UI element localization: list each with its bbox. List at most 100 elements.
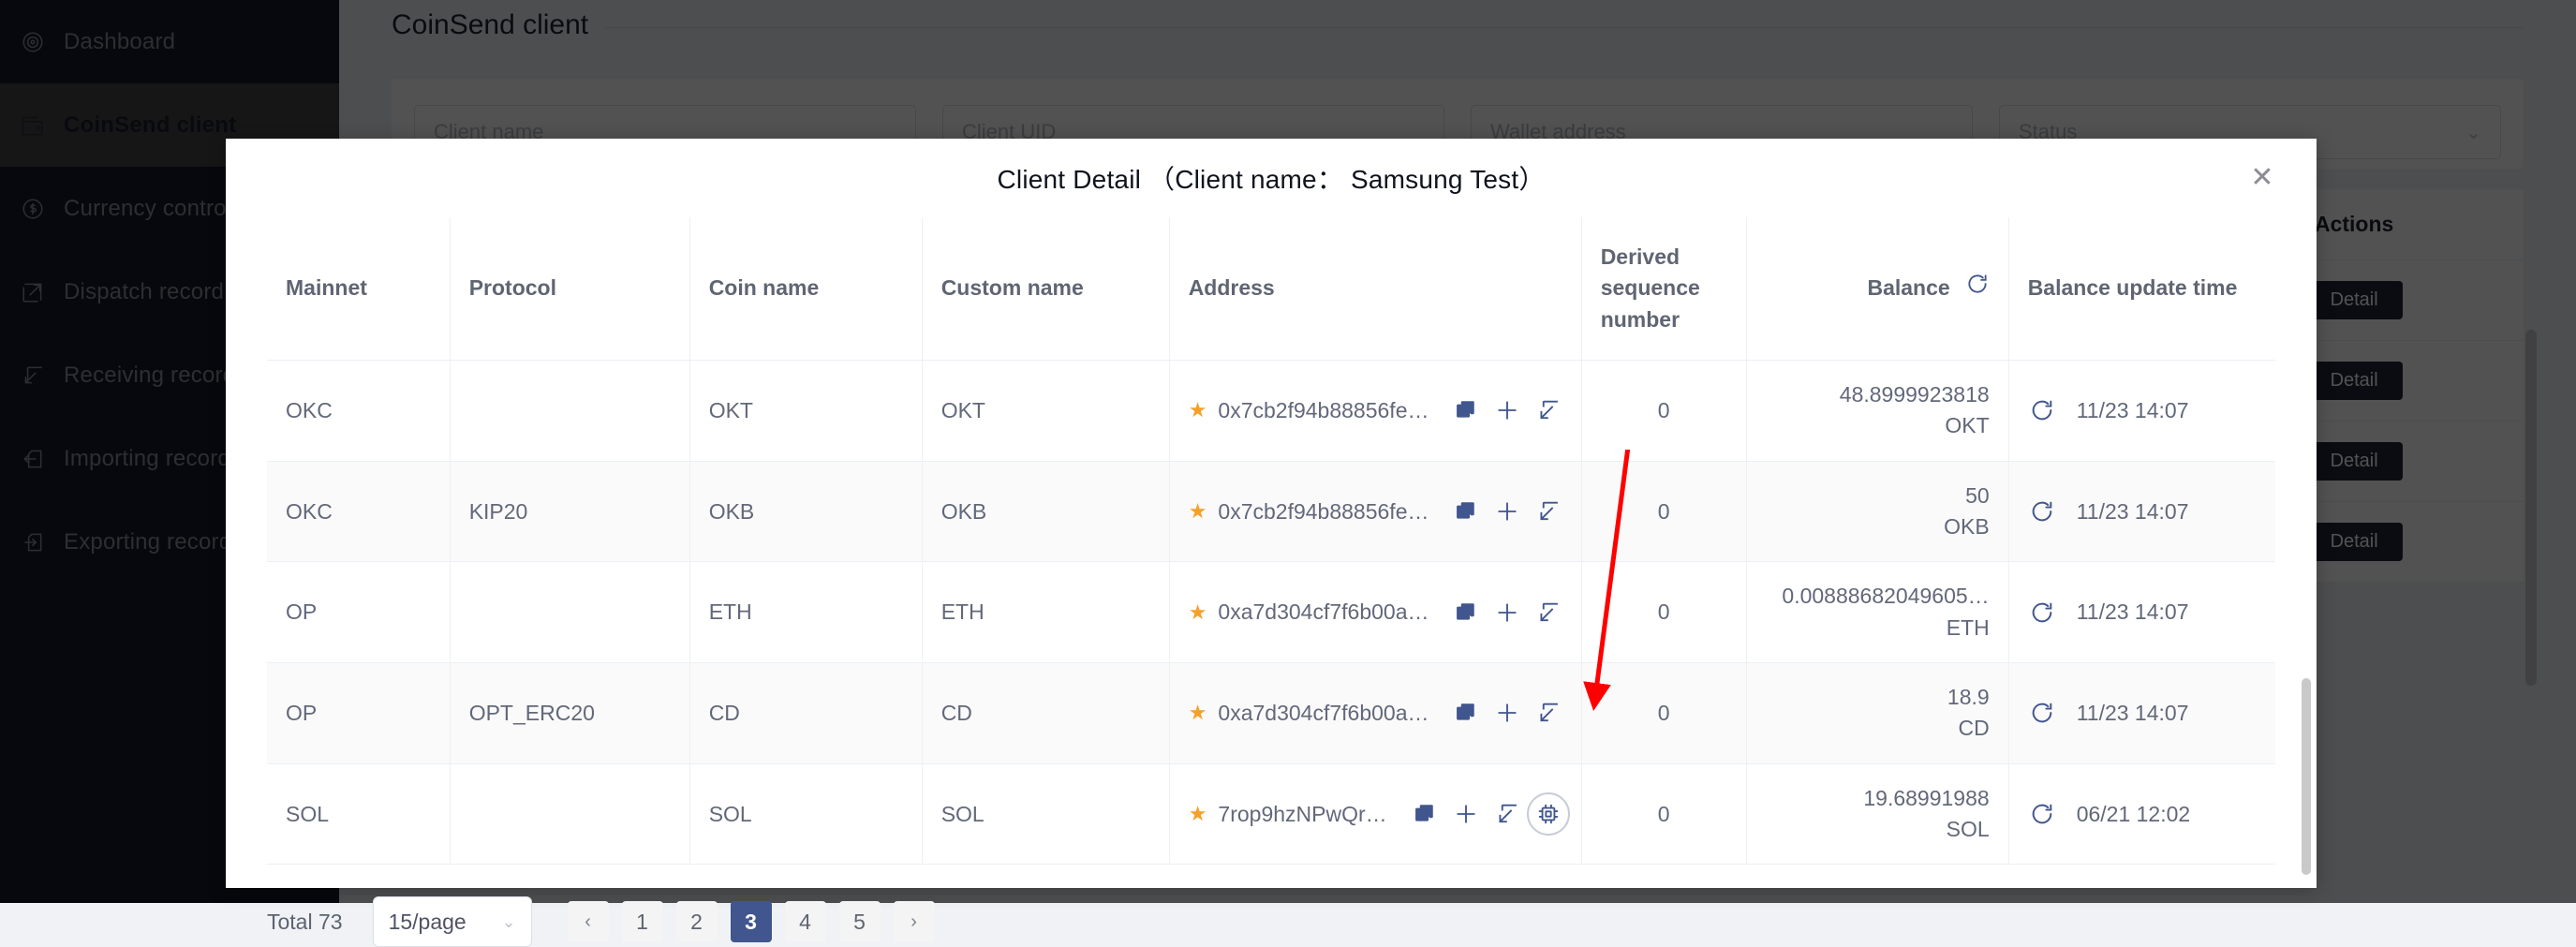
detail-table-body: OKC OKT OKT ★ 0x7cb2f94b88856feb86aaf… 0 48.89… [267, 361, 2275, 865]
balance-symbol: OKT [1766, 410, 1990, 441]
refresh-icon[interactable] [2028, 599, 2056, 627]
copy-icon[interactable] [1452, 497, 1480, 525]
cell-coin-name: CD [689, 663, 922, 764]
cell-custom-name: CD [922, 663, 1169, 764]
address-text: 0x7cb2f94b88856feb86aaf… [1218, 398, 1438, 423]
cell-protocol: KIP20 [450, 461, 689, 562]
cell-derived-sequence-number: 0 [1581, 763, 1746, 865]
pagination-total: Total 73 [267, 910, 343, 935]
cell-balance: 18.9CD [1746, 663, 2008, 764]
client-detail-table: Mainnet Protocol Coin name Custom name A… [267, 217, 2275, 865]
client-detail-modal: Client Detail （Client name： Samsung Test… [226, 139, 2317, 888]
address-action-icons [1411, 800, 1562, 828]
cell-protocol [450, 361, 689, 462]
chevron-down-icon: ⌄ [501, 912, 515, 932]
page-size-value: 15/page [389, 910, 466, 935]
cell-protocol [450, 763, 689, 865]
cell-coin-name: ETH [689, 562, 922, 663]
copy-icon[interactable] [1452, 396, 1480, 424]
copy-icon[interactable] [1411, 800, 1439, 828]
balance-amount: 48.8999923818 [1766, 379, 1990, 410]
col-protocol: Protocol [450, 217, 689, 361]
pagination-page-3[interactable]: 3 [731, 901, 772, 942]
address-action-icons [1452, 699, 1562, 727]
cell-balance: 50OKB [1746, 461, 2008, 562]
cell-mainnet: OP [267, 562, 450, 663]
col-address: Address [1169, 217, 1581, 361]
col-custom-name: Custom name [922, 217, 1169, 361]
favorite-star-icon[interactable]: ★ [1189, 400, 1207, 421]
cell-coin-name: OKB [689, 461, 922, 562]
cell-balance-update-time: 06/21 12:02 [2008, 763, 2275, 865]
arrow-in-box-icon[interactable] [1534, 599, 1562, 627]
table-row: OKC OKT OKT ★ 0x7cb2f94b88856feb86aaf… 0 48.89… [267, 361, 2275, 462]
cell-coin-name: OKT [689, 361, 922, 462]
col-derived-sequence-number: Derived sequence number [1581, 217, 1746, 361]
cell-address: ★0xa7d304cf7f6b00ac5163… [1169, 562, 1581, 663]
favorite-star-icon[interactable]: ★ [1189, 804, 1207, 824]
address-action-icons [1452, 599, 1562, 627]
modal-body: Mainnet Protocol Coin name Custom name A… [226, 217, 2317, 947]
pagination-page-1[interactable]: 1 [622, 901, 663, 942]
refresh-icon[interactable] [2028, 699, 2056, 727]
chip-icon[interactable] [1534, 800, 1562, 828]
pagination-prev-button[interactable]: ‹ [568, 901, 609, 942]
col-balance-update-time: Balance update time [2008, 217, 2275, 361]
balance-amount: 0.00888682049605… [1766, 581, 1990, 612]
arrow-in-box-icon[interactable] [1534, 396, 1562, 424]
refresh-icon[interactable] [1965, 272, 1990, 304]
cell-balance: 0.00888682049605…ETH [1746, 562, 2008, 663]
arrow-in-box-icon[interactable] [1493, 800, 1521, 828]
cell-address: ★ 0x7cb2f94b88856feb86aaf… [1169, 461, 1581, 562]
pagination-next-button[interactable]: › [894, 901, 935, 942]
refresh-icon[interactable] [2028, 497, 2056, 525]
pagination-page-4[interactable]: 4 [785, 901, 826, 942]
cell-protocol [450, 562, 689, 663]
close-icon[interactable]: ✕ [2243, 159, 2281, 197]
balance-update-time-text: 06/21 12:02 [2077, 802, 2191, 827]
table-row: OKCKIP20OKBOKB★0x7cb2f94b88856feb86aaf…0… [267, 461, 2275, 562]
copy-icon[interactable] [1452, 699, 1480, 727]
pagination-page-2[interactable]: 2 [676, 901, 718, 942]
balance-amount: 18.9 [1766, 682, 1990, 713]
plus-icon[interactable] [1493, 599, 1521, 627]
plus-icon[interactable] [1493, 699, 1521, 727]
refresh-icon[interactable] [2028, 396, 2056, 424]
cell-mainnet: OKC [267, 361, 450, 462]
pagination: Total 73 15/page ⌄ ‹ 12345 › [267, 865, 2275, 947]
cell-coin-name: SOL [689, 763, 922, 865]
page-size-select[interactable]: 15/page ⌄ [373, 896, 532, 947]
arrow-in-box-icon[interactable] [1534, 497, 1562, 525]
cell-balance-update-time: 11/23 14:07 [2008, 663, 2275, 764]
balance-update-time-text: 11/23 14:07 [2077, 701, 2189, 726]
cell-protocol: OPT_ERC20 [450, 663, 689, 764]
balance-update-time-text: 11/23 14:07 [2077, 599, 2189, 625]
balance-symbol: OKB [1766, 511, 1990, 542]
balance-update-time-text: 11/23 14:07 [2077, 499, 2189, 525]
modal-title: Client Detail （Client name： Samsung Test… [997, 159, 1545, 197]
modal-scrollbar[interactable] [2302, 678, 2311, 875]
pagination-pages: ‹ 12345 › [568, 901, 935, 942]
address-text: 0xa7d304cf7f6b00ac5163… [1218, 701, 1438, 726]
cell-derived-sequence-number: 0 [1581, 361, 1746, 462]
plus-icon[interactable] [1452, 800, 1480, 828]
address-action-icons [1452, 497, 1562, 525]
balance-symbol: SOL [1766, 814, 1990, 845]
favorite-star-icon[interactable]: ★ [1189, 602, 1207, 623]
cell-address: ★ 0x7cb2f94b88856feb86aaf… [1169, 361, 1581, 462]
favorite-star-icon[interactable]: ★ [1189, 501, 1207, 522]
pagination-page-5[interactable]: 5 [839, 901, 881, 942]
cell-custom-name: SOL [922, 763, 1169, 865]
address-text: 7rop9hzNPwQrCeSVcn… [1218, 802, 1397, 827]
favorite-star-icon[interactable]: ★ [1189, 703, 1207, 723]
plus-icon[interactable] [1493, 396, 1521, 424]
plus-icon[interactable] [1493, 497, 1521, 525]
arrow-in-box-icon[interactable] [1534, 699, 1562, 727]
address-text: 0x7cb2f94b88856feb86aaf… [1218, 499, 1438, 525]
cell-custom-name: OKB [922, 461, 1169, 562]
refresh-icon[interactable] [2028, 800, 2056, 828]
cell-balance-update-time: 11/23 14:07 [2008, 361, 2275, 462]
cell-address: ★ 0xa7d304cf7f6b00ac5163… [1169, 663, 1581, 764]
copy-icon[interactable] [1452, 599, 1480, 627]
col-mainnet: Mainnet [267, 217, 450, 361]
